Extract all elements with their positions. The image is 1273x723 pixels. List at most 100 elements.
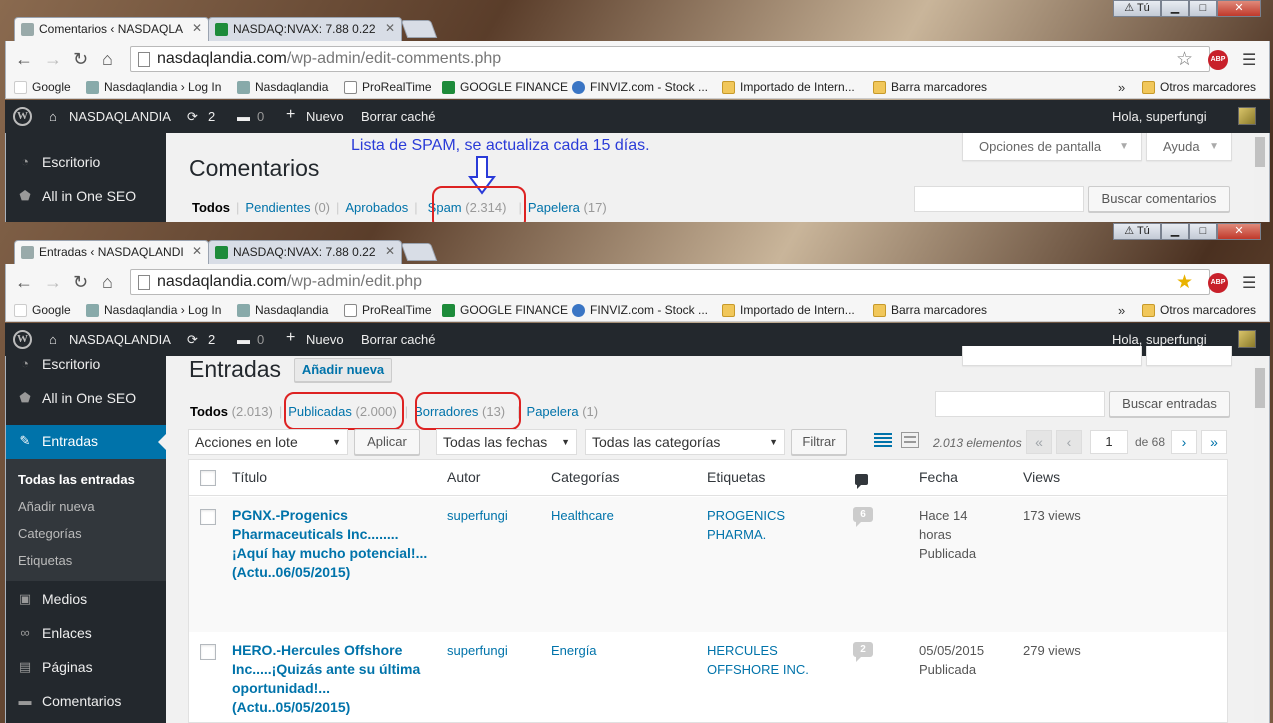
- bookmark-google-finance[interactable]: GOOGLE FINANCE: [442, 80, 568, 94]
- comments-count[interactable]: 0: [257, 109, 264, 124]
- new-tab-button[interactable]: [400, 243, 438, 261]
- pagination-first[interactable]: «: [1026, 430, 1052, 454]
- help-button[interactable]: Ayuda ▼: [1146, 133, 1232, 161]
- filter-all[interactable]: Todos: [192, 200, 230, 215]
- other-bookmarks[interactable]: Otros marcadores: [1142, 80, 1256, 94]
- other-bookmarks[interactable]: Otros marcadores: [1142, 303, 1256, 317]
- new-tab-button[interactable]: [400, 20, 438, 38]
- bookmark-prorealtime[interactable]: ProRealTime: [344, 303, 432, 317]
- clear-cache-link[interactable]: Borrar caché: [361, 332, 435, 347]
- tab-nasdaq[interactable]: NASDAQ:NVAX: 7.88 0.22 ✕: [208, 17, 402, 41]
- bookmark-folder-imported[interactable]: Importado de Intern...: [722, 303, 855, 317]
- sidebar-item-entradas[interactable]: ✎ Entradas: [18, 433, 99, 449]
- sidebar-item-paginas[interactable]: ▤ Páginas: [18, 659, 93, 675]
- filter-button[interactable]: Filtrar: [791, 429, 847, 455]
- post-author[interactable]: superfungi: [447, 641, 508, 660]
- search-posts-button[interactable]: Buscar entradas: [1109, 391, 1230, 417]
- bookmark-folder-bar[interactable]: Barra marcadores: [873, 80, 987, 94]
- adblock-icon[interactable]: ABP: [1208, 273, 1228, 293]
- bookmark-star-icon[interactable]: ☆: [1176, 48, 1193, 71]
- dates-select[interactable]: Todas las fechas ▼: [436, 429, 577, 455]
- back-arrow-icon[interactable]: ←: [15, 272, 33, 293]
- filter-all[interactable]: Todos: [190, 404, 228, 419]
- bookmark-google[interactable]: Google: [14, 303, 71, 317]
- select-all-checkbox[interactable]: [200, 470, 216, 486]
- help-button[interactable]: [1146, 346, 1232, 366]
- filter-trash[interactable]: Papelera (17): [528, 200, 607, 215]
- excerpt-view-icon[interactable]: [901, 432, 919, 448]
- bookmark-login[interactable]: Nasdaqlandia › Log In: [86, 80, 221, 94]
- column-title[interactable]: Título: [232, 469, 267, 485]
- new-menu[interactable]: Nuevo: [306, 332, 344, 347]
- sidebar-item-seo[interactable]: ⬟ All in One SEO: [18, 188, 136, 204]
- screen-options-button[interactable]: Opciones de pantalla ▼: [962, 133, 1142, 161]
- post-tags[interactable]: HERCULES OFFSHORE INC.: [707, 641, 847, 679]
- post-title-link[interactable]: PGNX.-Progenics Pharmaceuticals Inc.....…: [232, 506, 432, 582]
- maximize-button[interactable]: □: [1189, 223, 1217, 240]
- adblock-icon[interactable]: ABP: [1208, 50, 1228, 70]
- forward-arrow-icon[interactable]: →: [44, 272, 62, 293]
- clear-cache-link[interactable]: Borrar caché: [361, 109, 435, 124]
- close-window-button[interactable]: ✕: [1217, 223, 1261, 240]
- current-page-input[interactable]: 1: [1090, 430, 1128, 454]
- comments-count[interactable]: 0: [257, 332, 264, 347]
- post-category[interactable]: Healthcare: [551, 506, 614, 525]
- bookmark-login[interactable]: Nasdaqlandia › Log In: [86, 303, 221, 317]
- bookmark-finviz[interactable]: FINVIZ.com - Stock ...: [572, 80, 708, 94]
- pagination-last[interactable]: »: [1201, 430, 1227, 454]
- tab-close-icon[interactable]: ✕: [192, 21, 202, 35]
- bookmark-nasdaqlandia[interactable]: Nasdaqlandia: [237, 80, 328, 94]
- minimize-button[interactable]: ▁: [1161, 0, 1189, 17]
- search-posts-input[interactable]: [935, 391, 1105, 417]
- plus-icon[interactable]: +: [286, 329, 295, 347]
- wordpress-logo-icon[interactable]: W: [13, 330, 32, 349]
- avatar[interactable]: [1238, 330, 1256, 348]
- filter-pending[interactable]: Pendientes (0): [245, 200, 330, 215]
- user-greeting[interactable]: Hola, superfungi: [1112, 332, 1207, 347]
- column-date[interactable]: Fecha: [919, 469, 958, 485]
- updates-count[interactable]: 2: [208, 109, 215, 124]
- site-name[interactable]: NASDAQLANDIA: [69, 109, 171, 124]
- tab-posts[interactable]: Entradas ‹ NASDAQLANDI ✕: [14, 240, 209, 264]
- submenu-add-new[interactable]: Añadir nueva: [18, 499, 95, 514]
- tab-comments[interactable]: Comentarios ‹ NASDAQLA ✕: [14, 17, 209, 41]
- bookmark-prorealtime[interactable]: ProRealTime: [344, 80, 432, 94]
- categories-select[interactable]: Todas las categorías ▼: [585, 429, 785, 455]
- user-greeting[interactable]: Hola, superfungi: [1112, 109, 1207, 124]
- comments-icon[interactable]: ▬: [237, 109, 250, 124]
- row-checkbox[interactable]: [200, 644, 216, 660]
- sidebar-item-escritorio[interactable]: ◔ Escritorio: [18, 356, 100, 372]
- comment-column-icon[interactable]: [855, 474, 868, 489]
- avatar[interactable]: [1238, 107, 1256, 125]
- column-views[interactable]: Views: [1023, 469, 1060, 485]
- reload-icon[interactable]: ↻: [73, 272, 88, 293]
- search-comments-input[interactable]: [914, 186, 1084, 212]
- post-tags[interactable]: PROGENICS PHARMA.: [707, 506, 847, 544]
- user-badge[interactable]: ⚠ Tú: [1113, 223, 1161, 240]
- updates-count[interactable]: 2: [208, 332, 215, 347]
- tab-close-icon[interactable]: ✕: [385, 244, 395, 258]
- add-new-button[interactable]: Añadir nueva: [294, 358, 392, 382]
- plus-icon[interactable]: +: [286, 106, 295, 124]
- post-category[interactable]: Energía: [551, 641, 597, 660]
- screen-options-button[interactable]: [962, 346, 1142, 366]
- bulk-actions-select[interactable]: Acciones en lote ▼: [188, 429, 348, 455]
- forward-arrow-icon[interactable]: →: [44, 49, 62, 70]
- filter-approved[interactable]: Aprobados: [345, 200, 408, 215]
- more-bookmarks-chevron[interactable]: »: [1118, 303, 1125, 318]
- tab-nasdaq[interactable]: NASDAQ:NVAX: 7.88 0.22 ✕: [208, 240, 402, 264]
- back-arrow-icon[interactable]: ←: [15, 49, 33, 70]
- wordpress-logo-icon[interactable]: W: [13, 107, 32, 126]
- scrollbar[interactable]: [1254, 356, 1266, 723]
- bookmark-folder-imported[interactable]: Importado de Intern...: [722, 80, 855, 94]
- list-view-icon[interactable]: [874, 432, 892, 448]
- site-name[interactable]: NASDAQLANDIA: [69, 332, 171, 347]
- home-icon[interactable]: ⌂: [102, 49, 113, 70]
- row-checkbox[interactable]: [200, 509, 216, 525]
- pagination-prev[interactable]: ‹: [1056, 430, 1082, 454]
- pagination-next[interactable]: ›: [1171, 430, 1197, 454]
- tab-close-icon[interactable]: ✕: [192, 244, 202, 258]
- comments-icon[interactable]: ▬: [237, 332, 250, 347]
- maximize-button[interactable]: □: [1189, 0, 1217, 17]
- home-icon[interactable]: ⌂: [102, 272, 113, 293]
